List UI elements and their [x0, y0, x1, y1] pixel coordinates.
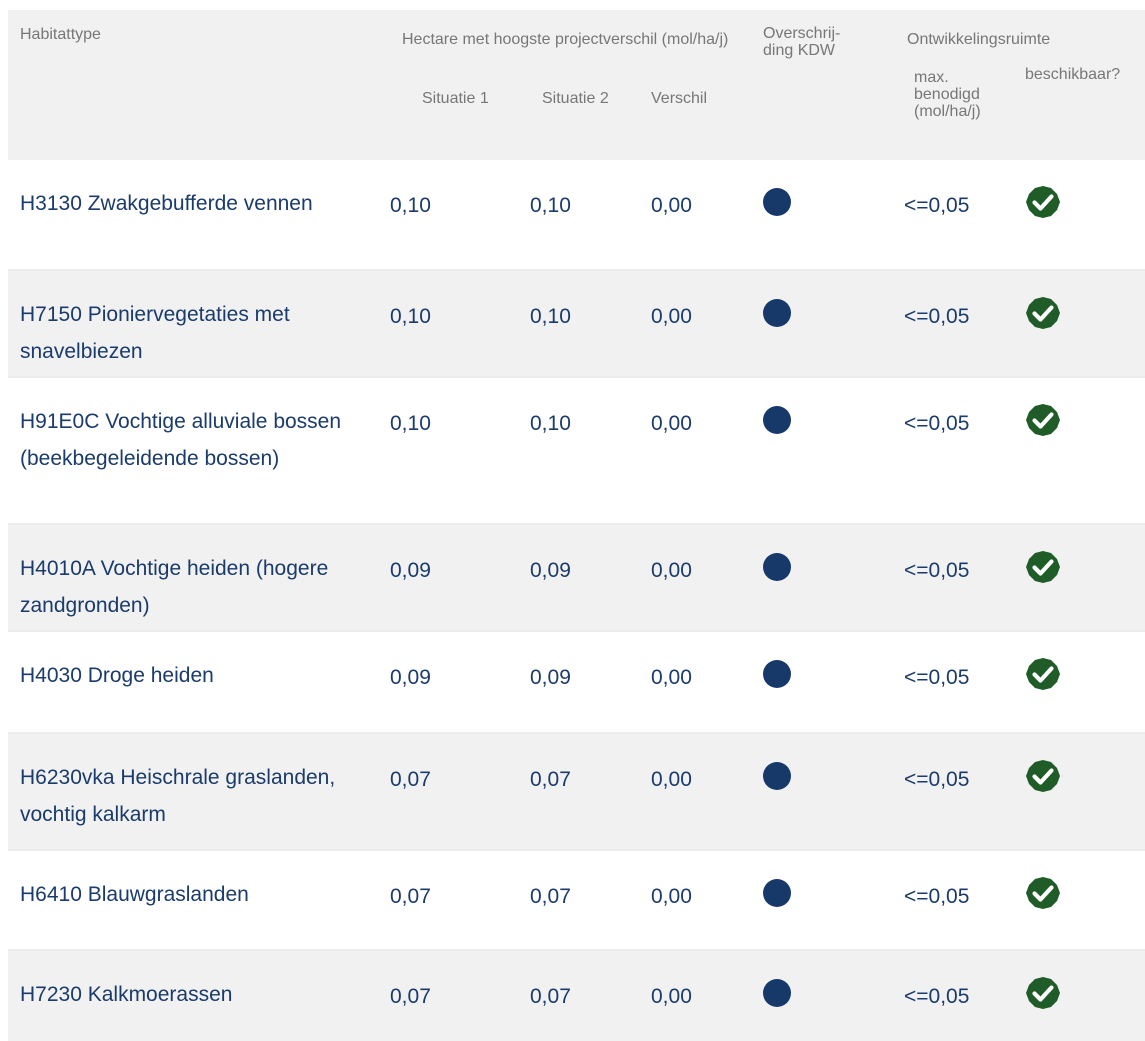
- filled-circle-icon: [763, 406, 791, 434]
- habitat-name: H7150 Pioniervegetaties met snavelbiezen: [20, 303, 290, 363]
- filled-circle-icon: [763, 188, 791, 216]
- habitat-name: H3130 Zwakgebufferde vennen: [20, 192, 313, 215]
- max-benodigd-value: <=0,05: [904, 412, 970, 435]
- habitat-name: H91E0C Vochtige alluviale bossen (beekbe…: [20, 410, 342, 470]
- habitat-name: H6230vka Heischrale graslanden, vochtig …: [20, 766, 336, 826]
- check-shield-icon: [1025, 759, 1061, 793]
- max-benodigd-value: <=0,05: [904, 666, 970, 689]
- table-header: Habitattype Hectare met hoogste projectv…: [8, 10, 1145, 160]
- habitat-name: H7230 Kalkmoerassen: [20, 983, 233, 1006]
- header-overschrijding-kdw: Overschrij- ding KDW: [763, 25, 841, 59]
- check-mark-svg: [1026, 404, 1060, 436]
- verschil-value: 0,00: [651, 412, 692, 435]
- check-shield-icon: [1025, 876, 1061, 910]
- max-benodigd-value: <=0,05: [904, 305, 970, 328]
- situatie-1-value: 0,09: [390, 559, 431, 582]
- header-habitattype: Habitattype: [20, 26, 101, 43]
- situatie-2-value: 0,07: [530, 768, 571, 791]
- verschil-value: 0,00: [651, 666, 692, 689]
- situatie-1-value: 0,07: [390, 985, 431, 1008]
- filled-circle-icon: [763, 879, 791, 907]
- max-benodigd-value: <=0,05: [904, 768, 970, 791]
- table-row: H4010A Vochtige heiden (hogere zandgrond…: [8, 525, 1145, 632]
- max-benodigd-value: <=0,05: [904, 885, 970, 908]
- table-row: H6410 Blauwgraslanden 0,07 0,07 0,00 <=0,05: [8, 851, 1145, 951]
- max-benodigd-value: <=0,05: [904, 985, 970, 1008]
- filled-circle-icon: [763, 979, 791, 1007]
- habitat-name: H4010A Vochtige heiden (hogere zandgrond…: [20, 557, 329, 617]
- check-mark-svg: [1026, 297, 1060, 329]
- habitat-name: H4030 Droge heiden: [20, 664, 214, 687]
- situatie-1-value: 0,09: [390, 666, 431, 689]
- verschil-value: 0,00: [651, 194, 692, 217]
- situatie-1-value: 0,10: [390, 194, 431, 217]
- verschil-value: 0,00: [651, 305, 692, 328]
- situatie-2-value: 0,07: [530, 885, 571, 908]
- header-ontwikkelingsruimte: Ontwikkelingsruimte: [907, 31, 1051, 48]
- table-row: H7230 Kalkmoerassen 0,07 0,07 0,00 <=0,05: [8, 951, 1145, 1041]
- situatie-1-value: 0,10: [390, 305, 431, 328]
- check-mark-svg: [1026, 186, 1060, 218]
- situatie-2-value: 0,09: [530, 559, 571, 582]
- header-situatie-2: Situatie 2: [542, 90, 609, 107]
- table-row: H7150 Pioniervegetaties met snavelbiezen…: [8, 271, 1145, 378]
- table-row: H4030 Droge heiden 0,09 0,09 0,00 <=0,05: [8, 632, 1145, 734]
- verschil-value: 0,00: [651, 885, 692, 908]
- check-mark-svg: [1026, 760, 1060, 792]
- max-benodigd-value: <=0,05: [904, 559, 970, 582]
- header-situatie-1: Situatie 1: [422, 90, 489, 107]
- check-shield-icon: [1025, 976, 1061, 1010]
- check-shield-icon: [1025, 296, 1061, 330]
- situatie-2-value: 0,09: [530, 666, 571, 689]
- filled-circle-icon: [763, 299, 791, 327]
- header-beschikbaar: beschikbaar?: [1025, 66, 1121, 83]
- check-shield-icon: [1025, 550, 1061, 584]
- situatie-2-value: 0,10: [530, 194, 571, 217]
- habitat-table: Habitattype Hectare met hoogste projectv…: [8, 10, 1145, 1041]
- header-hectare: Hectare met hoogste projectverschil (mol…: [402, 31, 729, 48]
- check-shield-icon: [1025, 657, 1061, 691]
- max-benodigd-value: <=0,05: [904, 194, 970, 217]
- table-row: H6230vka Heischrale graslanden, vochtig …: [8, 734, 1145, 851]
- situatie-2-value: 0,10: [530, 305, 571, 328]
- situatie-2-value: 0,07: [530, 985, 571, 1008]
- situatie-1-value: 0,07: [390, 885, 431, 908]
- habitat-name: H6410 Blauwgraslanden: [20, 883, 249, 906]
- verschil-value: 0,00: [651, 559, 692, 582]
- table-row: H91E0C Vochtige alluviale bossen (beekbe…: [8, 378, 1145, 525]
- header-max-benodigd: max. benodigd (mol/ha/j): [914, 69, 981, 120]
- filled-circle-icon: [763, 553, 791, 581]
- check-shield-icon: [1025, 403, 1061, 437]
- table-row: H3130 Zwakgebufferde vennen 0,10 0,10 0,00 <…: [8, 160, 1145, 271]
- verschil-value: 0,00: [651, 985, 692, 1008]
- check-mark-svg: [1026, 977, 1060, 1009]
- filled-circle-icon: [763, 762, 791, 790]
- check-mark-svg: [1026, 877, 1060, 909]
- table-body: H3130 Zwakgebufferde vennen 0,10 0,10 0,00 <…: [8, 160, 1145, 1041]
- check-mark-svg: [1026, 658, 1060, 690]
- header-verschil: Verschil: [651, 90, 708, 107]
- filled-circle-icon: [763, 660, 791, 688]
- situatie-1-value: 0,07: [390, 768, 431, 791]
- verschil-value: 0,00: [651, 768, 692, 791]
- check-mark-svg: [1026, 551, 1060, 583]
- check-shield-icon: [1025, 185, 1061, 219]
- situatie-1-value: 0,10: [390, 412, 431, 435]
- situatie-2-value: 0,10: [530, 412, 571, 435]
